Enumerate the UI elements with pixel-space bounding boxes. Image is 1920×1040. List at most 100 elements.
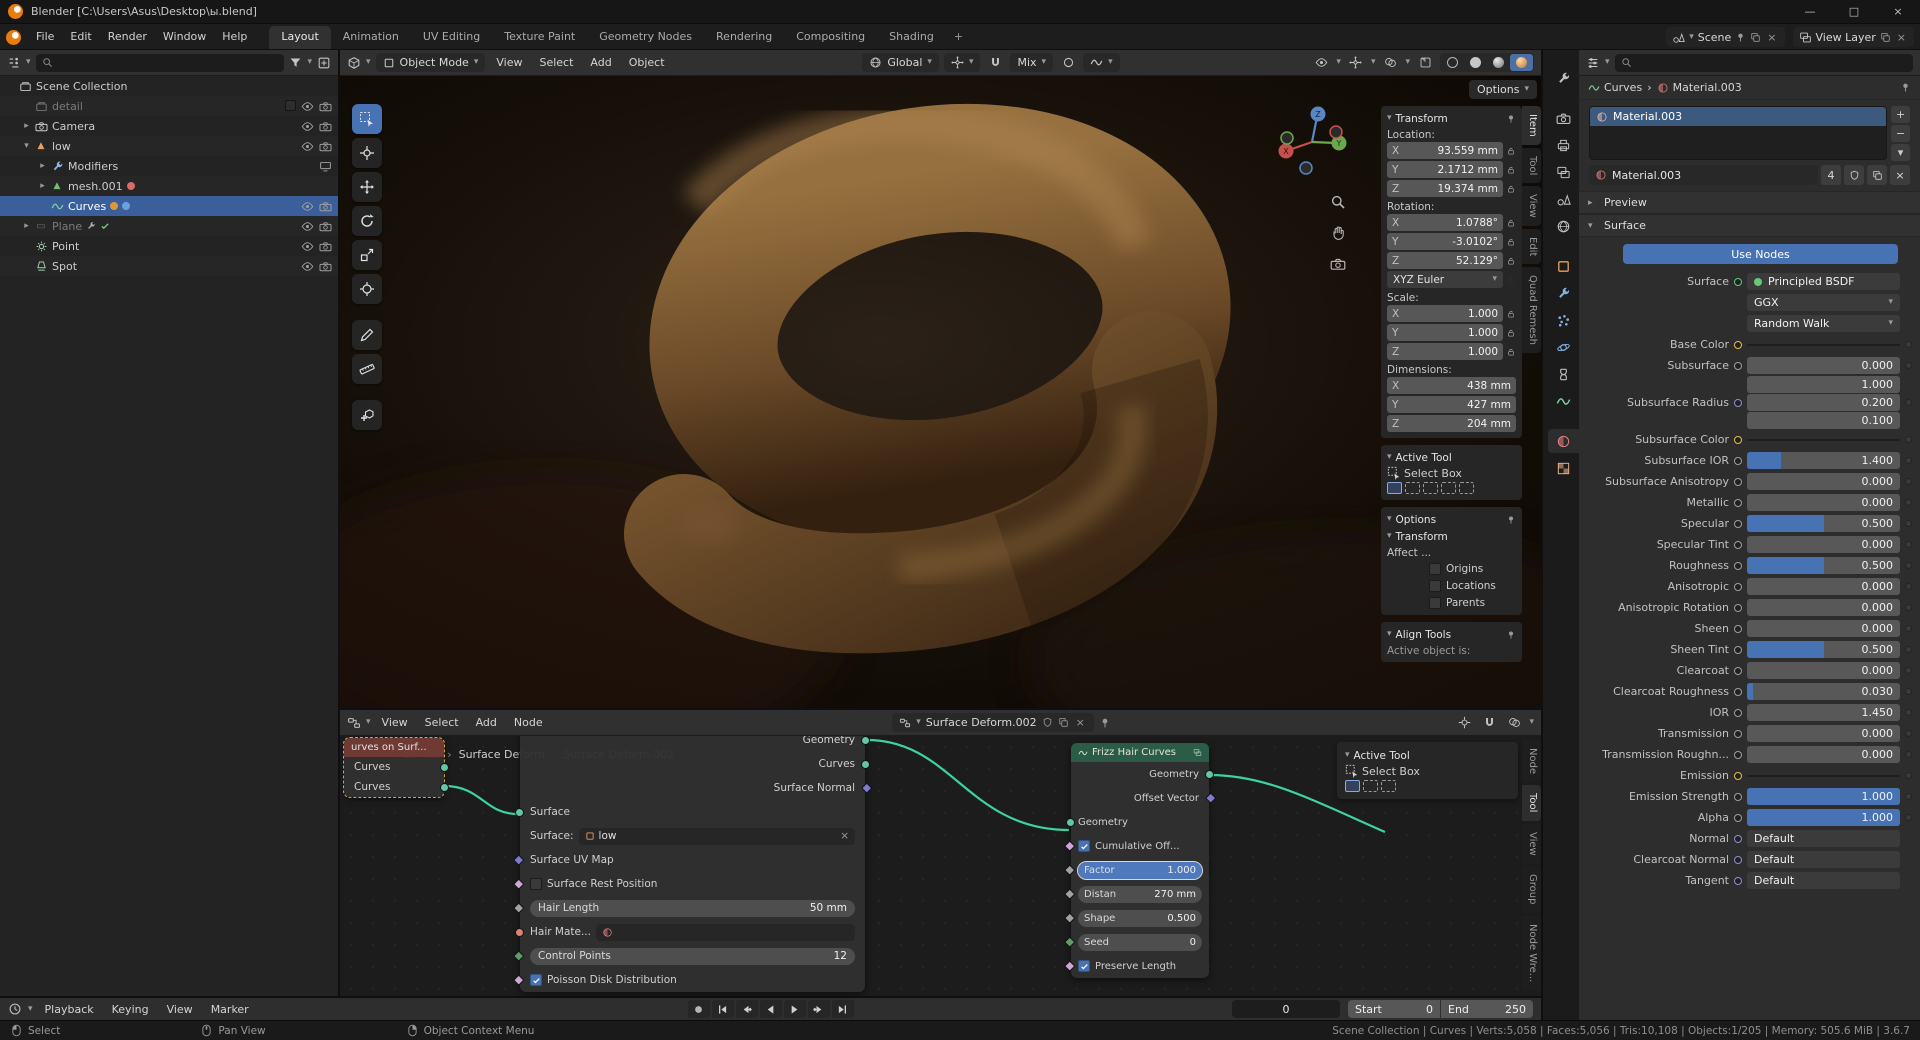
- color-swatch[interactable]: [1747, 439, 1900, 441]
- hide-screen-icon[interactable]: [319, 160, 332, 173]
- align-tools-header[interactable]: ▾Align Tools: [1387, 626, 1516, 643]
- end-frame-field[interactable]: End250: [1441, 1000, 1533, 1018]
- view-layer-selector[interactable]: View Layer×: [1793, 27, 1915, 47]
- decorator-dot[interactable]: [1905, 499, 1912, 506]
- value-slider[interactable]: 0.030: [1747, 683, 1900, 700]
- select-mode-1[interactable]: [1405, 482, 1420, 494]
- outliner-row-detail[interactable]: detail: [0, 96, 338, 116]
- workspace-tab-shading[interactable]: Shading: [877, 26, 946, 49]
- breadcrumb-item-curves[interactable]: Curves: [1588, 81, 1642, 94]
- new-collection-icon[interactable]: [317, 56, 331, 70]
- start-frame-field[interactable]: Start0: [1348, 1000, 1440, 1018]
- properties-tab-texture[interactable]: [1548, 456, 1579, 480]
- node-curves-on-surfaces[interactable]: urves on Surf...CurvesCurves: [344, 738, 444, 797]
- hide-viewport-icon[interactable]: [301, 240, 314, 253]
- outliner-row-curves[interactable]: Curves: [0, 196, 338, 216]
- location-z-field[interactable]: Z19.374 mm: [1387, 180, 1503, 197]
- checkbox[interactable]: [1429, 597, 1441, 609]
- parent-toggle[interactable]: [1454, 713, 1474, 732]
- gizmo-toggle[interactable]: [1346, 53, 1366, 72]
- decorator-dot[interactable]: [1905, 730, 1912, 737]
- select-mode-4[interactable]: [1459, 482, 1474, 494]
- tool-add-cube[interactable]: [352, 400, 382, 430]
- material-slot-0[interactable]: Material.003: [1590, 107, 1886, 126]
- decorator-dot[interactable]: [1905, 688, 1912, 695]
- slot-specials-button[interactable]: ▾: [1891, 144, 1910, 161]
- shader-menu-field[interactable]: Principled BSDF: [1747, 273, 1900, 290]
- pin-icon[interactable]: [1900, 82, 1911, 93]
- properties-tab-object[interactable]: [1548, 254, 1579, 278]
- workspace-tab-rendering[interactable]: Rendering: [704, 26, 784, 49]
- viewport-menu-add[interactable]: Add: [584, 56, 617, 69]
- active-tool-row[interactable]: Select Box: [1345, 764, 1510, 778]
- shading-wireframe[interactable]: [1441, 54, 1464, 71]
- snap-with-dropdown[interactable]: Mix▾: [1010, 53, 1053, 72]
- value-slider[interactable]: 0.500: [1747, 641, 1900, 658]
- affect-origins[interactable]: Origins: [1387, 560, 1516, 577]
- value-slider[interactable]: 1.000: [1747, 809, 1900, 826]
- editor-type-icon[interactable]: [347, 56, 361, 70]
- decorator-dot[interactable]: [1905, 772, 1912, 779]
- object-picker[interactable]: low×: [579, 828, 855, 845]
- checkbox[interactable]: [530, 974, 542, 986]
- disable-render-icon[interactable]: [319, 220, 332, 233]
- sidebar-tab-item[interactable]: Item: [1522, 106, 1541, 145]
- unlink-material-button[interactable]: ×: [1890, 165, 1910, 185]
- overlays-toggle[interactable]: [1504, 713, 1524, 732]
- decorator-dot[interactable]: [1905, 604, 1912, 611]
- tool-annotate[interactable]: [352, 320, 382, 350]
- node-menu-add[interactable]: Add: [470, 716, 503, 729]
- value-slider[interactable]: 0.500: [1747, 515, 1900, 532]
- rotation-x-field[interactable]: X1.0788°: [1387, 214, 1503, 231]
- tool-transform[interactable]: [352, 274, 382, 304]
- sidebar-tab-quad-remesh[interactable]: Quad Remesh: [1522, 267, 1541, 353]
- next-keyframe-button[interactable]: [808, 1000, 830, 1018]
- decorator-dot[interactable]: [1905, 625, 1912, 632]
- tool-cursor[interactable]: [352, 138, 382, 168]
- sidebar-tab-view[interactable]: View: [1522, 186, 1541, 226]
- add-slot-button[interactable]: +: [1891, 106, 1910, 123]
- maximize-button[interactable]: □: [1832, 0, 1876, 24]
- tool-measure[interactable]: [352, 354, 382, 384]
- expand-toggle[interactable]: ▸: [20, 221, 33, 231]
- editor-type-icon[interactable]: [1586, 56, 1600, 70]
- location-y-field[interactable]: Y2.1712 mm: [1387, 161, 1503, 178]
- timeline-menu-keying[interactable]: Keying: [106, 1003, 155, 1016]
- scale-z-field[interactable]: Z1.000: [1387, 343, 1503, 360]
- geo-socket[interactable]: [1205, 770, 1214, 779]
- clear-object-button[interactable]: ×: [840, 830, 849, 842]
- remove-slot-button[interactable]: −: [1891, 125, 1910, 142]
- outliner-search-input[interactable]: [36, 54, 285, 72]
- properties-tab-tool[interactable]: [1548, 66, 1579, 90]
- properties-tab-material[interactable]: [1548, 429, 1579, 453]
- affect-parents[interactable]: Parents: [1387, 594, 1516, 611]
- orientation-dropdown[interactable]: Global▾: [862, 53, 939, 72]
- outliner-row-mesh-001[interactable]: ▸▲mesh.001: [0, 176, 338, 196]
- camera-view-button[interactable]: [1330, 256, 1346, 275]
- select-mode-0[interactable]: [1345, 780, 1360, 792]
- xray-toggle[interactable]: [1415, 53, 1435, 72]
- location-x-field[interactable]: X93.559 mm: [1387, 142, 1503, 159]
- unlink-scene-button[interactable]: ×: [1765, 31, 1778, 44]
- fake-user-icon[interactable]: [1042, 717, 1053, 728]
- rotation-z-field[interactable]: Z52.129°: [1387, 252, 1503, 269]
- menu-file[interactable]: File: [28, 26, 62, 49]
- lock-icon[interactable]: [1506, 328, 1516, 338]
- lock-icon[interactable]: [1506, 309, 1516, 319]
- workspace-tab-layout[interactable]: Layout: [269, 26, 330, 49]
- hide-viewport-icon[interactable]: [301, 140, 314, 153]
- material-picker[interactable]: [596, 924, 855, 941]
- lock-icon[interactable]: [1506, 256, 1516, 266]
- node-header[interactable]: Frizz Hair Curves: [1071, 743, 1209, 762]
- expand-toggle[interactable]: ▾: [20, 141, 33, 151]
- mat-socket[interactable]: [515, 928, 524, 937]
- decorator-dot[interactable]: [1905, 562, 1912, 569]
- overlays-toggle[interactable]: [1380, 53, 1400, 72]
- mode-dropdown[interactable]: Object Mode▾: [376, 53, 486, 72]
- menu-help[interactable]: Help: [214, 26, 255, 49]
- expand-toggle[interactable]: ▸: [36, 181, 49, 191]
- workspace-tab-compositing[interactable]: Compositing: [784, 26, 877, 49]
- node-frizz-hair-curves[interactable]: Frizz Hair CurvesGeometryOffset VectorGe…: [1071, 743, 1209, 978]
- value-slider[interactable]: 1.400: [1747, 452, 1900, 469]
- snap-toggle[interactable]: [1479, 713, 1499, 732]
